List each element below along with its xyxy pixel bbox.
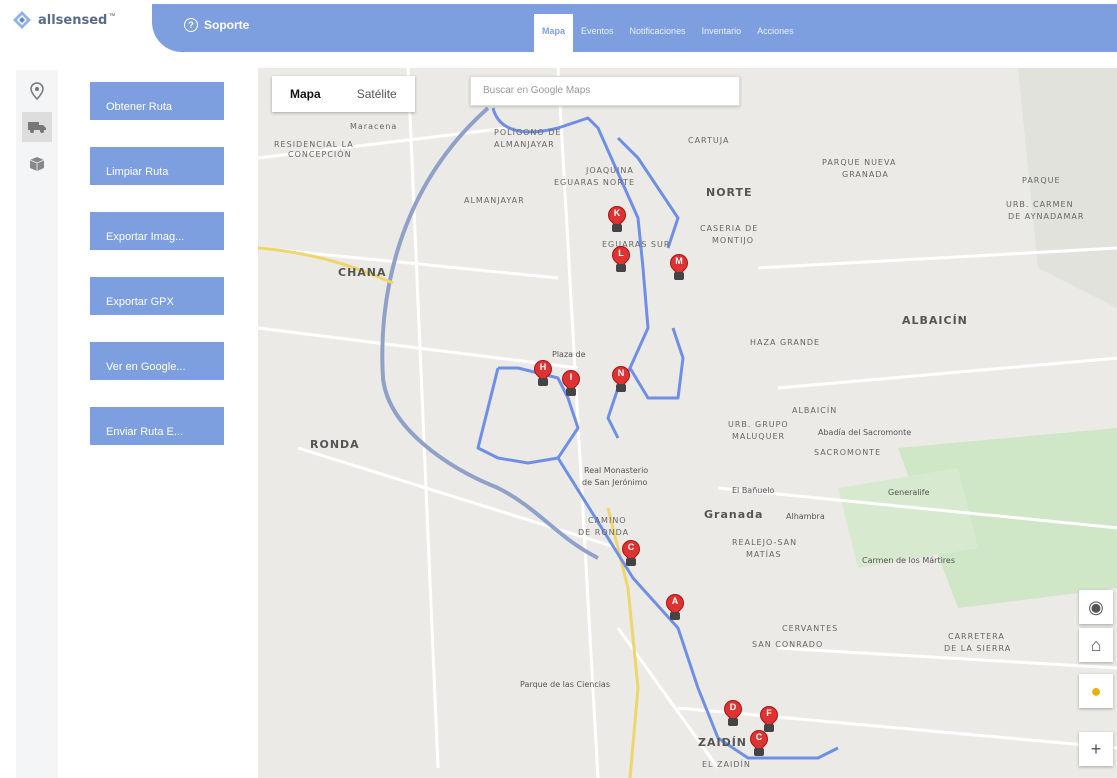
map-type-satelite[interactable]: Satélite (339, 76, 415, 112)
support-label: Soporte (204, 18, 250, 32)
ver-en-google-button[interactable]: Ver en Google... (90, 342, 224, 380)
brand-name: allsensed (38, 12, 108, 28)
map-label: DE RONDA (578, 528, 630, 537)
map-label: MONTIJO (712, 236, 755, 245)
main-nav: ? Soporte Mapa Eventos Notificaciones In… (152, 4, 1117, 52)
map-base (258, 68, 1117, 778)
map-label: ALBAICÍN (792, 406, 838, 415)
map-search-input[interactable]: Buscar en Google Maps (470, 76, 740, 106)
map-label: URB. CARMEN (1006, 200, 1074, 209)
map-label: PARQUE NUEVA (822, 158, 897, 167)
map-label: CAMINO (588, 516, 627, 525)
map-label: CHANA (338, 266, 387, 279)
map-label: Parque de las Ciencias (520, 680, 610, 689)
home-button[interactable]: ⌂ (1079, 628, 1113, 662)
map-label: DE LA SIERRA (944, 644, 1012, 653)
map-label: HAZA GRANDE (750, 338, 821, 347)
exportar-imagen-button[interactable]: Exportar Imag... (90, 212, 224, 250)
street-view-button[interactable]: ● (1079, 674, 1113, 708)
map-label: REALEJO-SAN (732, 538, 798, 547)
nav-tabs: Mapa Eventos Notificaciones Inventario A… (534, 14, 802, 52)
map-label: CERVANTES (782, 624, 839, 633)
route-actions: Obtener Ruta Limpiar Ruta Exportar Imag.… (90, 82, 228, 472)
route-marker[interactable]: K (604, 202, 630, 234)
map-label: ALMANJAYAR (464, 196, 525, 205)
map-label: SACROMONTE (814, 448, 882, 457)
route-marker[interactable]: A (662, 590, 688, 622)
map-label: RESIDENCIAL LA (274, 140, 354, 149)
tab-mapa[interactable]: Mapa (534, 14, 574, 52)
tab-eventos[interactable]: Eventos (573, 14, 622, 52)
top-bar: allsensed ™ ? Soporte Mapa Eventos Notif… (0, 0, 1117, 60)
box-icon[interactable] (22, 148, 52, 178)
map-label: ALBAICÍN (902, 314, 968, 327)
map-label: NORTE (706, 186, 753, 199)
map-label: MALUQUER (732, 432, 786, 441)
map-label: POLÍGONO DE (494, 128, 562, 137)
route-marker[interactable]: D (720, 696, 746, 728)
trademark: ™ (108, 12, 116, 20)
tab-notificaciones[interactable]: Notificaciones (622, 14, 694, 52)
truck-icon[interactable] (22, 112, 52, 142)
pegman-icon: ● (1090, 680, 1102, 701)
limpiar-ruta-button[interactable]: Limpiar Ruta (90, 147, 224, 185)
map-label: Real Monasterio (584, 466, 649, 475)
route-marker[interactable]: H (530, 356, 556, 388)
map-label: ALMANJAYAR (494, 140, 555, 149)
route-marker[interactable]: C (618, 536, 644, 568)
route-marker[interactable]: L (608, 242, 634, 274)
map-label: JOAQUINA (586, 166, 634, 175)
map-label: ZAIDÍN (698, 736, 748, 749)
map-label: Generalife (888, 488, 930, 497)
map-label: Granada (704, 508, 764, 521)
map-label: Carmen de los Mártires (862, 556, 955, 565)
home-icon: ⌂ (1090, 634, 1102, 655)
map-label: PARQUE (1022, 176, 1061, 185)
route-marker[interactable]: M (666, 250, 692, 282)
map-label: EL ZAIDÍN (702, 760, 751, 769)
map-label: RONDA (310, 438, 360, 451)
location-pin-icon[interactable] (22, 76, 52, 106)
map-type-toggle: Mapa Satélite (272, 76, 415, 112)
map-label: Plaza de (552, 350, 586, 359)
map-label: Alhambra (786, 512, 825, 521)
my-location-button[interactable]: ◉ (1079, 590, 1113, 624)
zoom-in-button[interactable]: + (1079, 732, 1113, 766)
map-label: CARTUJA (688, 136, 730, 145)
exportar-gpx-button[interactable]: Exportar GPX (90, 277, 224, 315)
route-marker[interactable]: I (558, 366, 584, 398)
map-label: DE AYNADAMAR (1008, 212, 1085, 221)
obtener-ruta-button[interactable]: Obtener Ruta (90, 82, 224, 120)
map-label: URB. GRUPO (728, 420, 789, 429)
map-canvas[interactable]: Mapa Satélite Buscar en Google Maps Mara… (258, 68, 1117, 778)
support-link[interactable]: ? Soporte (184, 18, 249, 32)
map-label: EGUARAS NORTE (554, 178, 636, 187)
enviar-ruta-button[interactable]: Enviar Ruta E... (90, 407, 224, 445)
map-label: SAN CONRADO (752, 640, 824, 649)
map-label: El Bañuelo (732, 486, 775, 495)
map-label: CONCEPCIÓN (288, 150, 352, 159)
map-label: CASERIA DE (700, 224, 759, 233)
help-icon: ? (184, 18, 198, 32)
tab-acciones[interactable]: Acciones (749, 14, 802, 52)
sidebar-icon-bar (16, 70, 58, 778)
map-label: Abadía del Sacromonte (818, 428, 912, 437)
brand[interactable]: allsensed ™ (12, 10, 115, 30)
map-label: GRANADA (842, 170, 889, 179)
route-marker[interactable]: C (746, 726, 772, 758)
allsensed-logo-icon (13, 11, 31, 29)
map-type-mapa[interactable]: Mapa (272, 76, 339, 112)
map-label: MATÍAS (746, 550, 782, 559)
map-label: de San Jerónimo (582, 478, 648, 487)
route-marker[interactable]: N (608, 362, 634, 394)
map-label: Maracena (350, 122, 398, 131)
plus-icon: + (1090, 738, 1102, 759)
crosshair-icon: ◉ (1088, 596, 1104, 617)
map-label: CARRETERA (948, 632, 1005, 641)
tab-inventario[interactable]: Inventario (694, 14, 750, 52)
